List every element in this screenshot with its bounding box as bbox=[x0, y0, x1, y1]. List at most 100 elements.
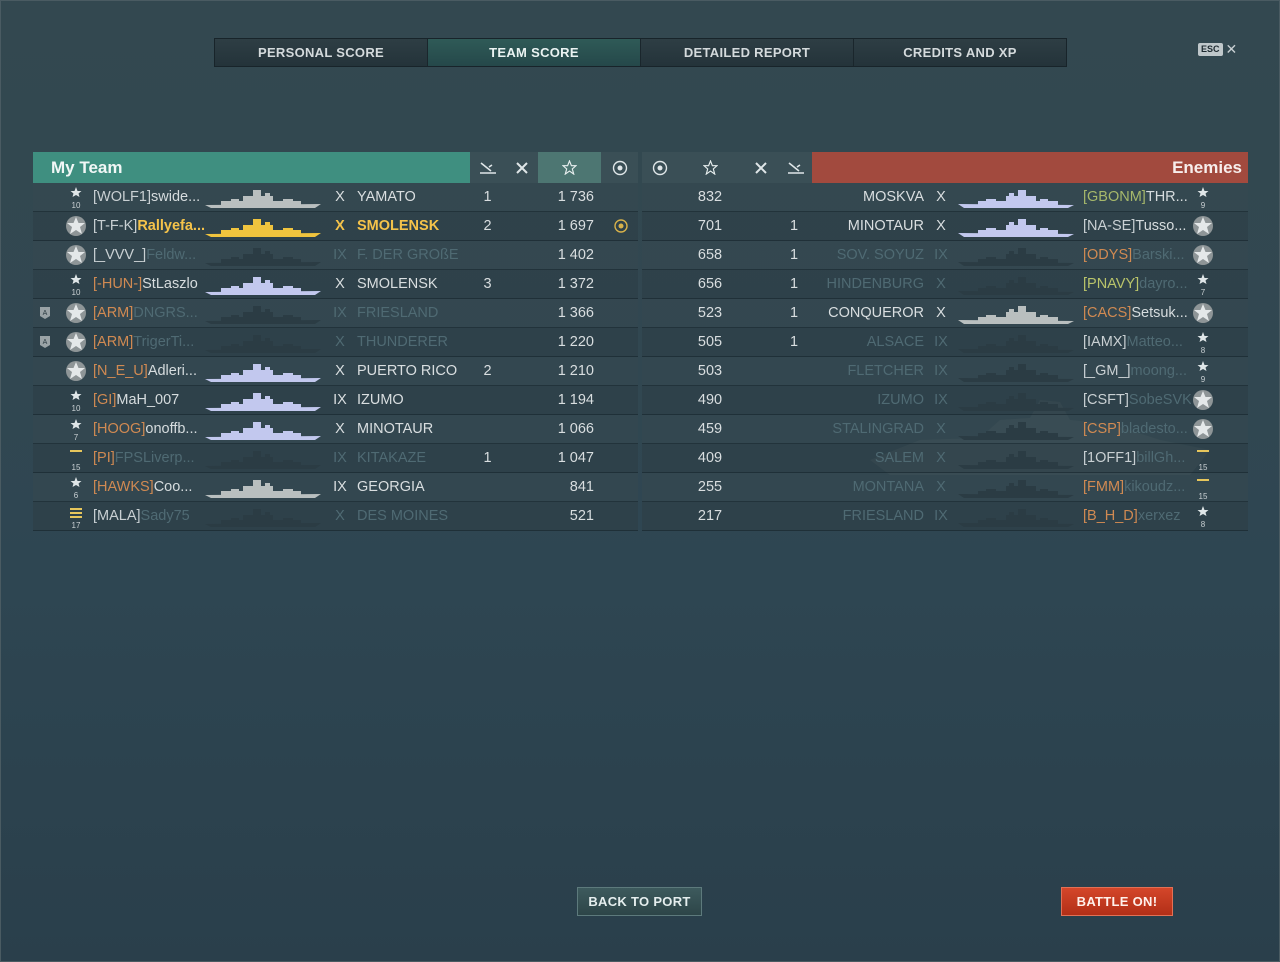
player-name[interactable]: [CSFT]SobeSVK bbox=[1083, 392, 1191, 408]
ship-tier: X bbox=[335, 363, 345, 379]
player-nickname: moong... bbox=[1130, 363, 1187, 379]
player-name[interactable]: [T-F-K]Rallyefa... bbox=[93, 218, 205, 234]
ship-tier: X bbox=[335, 421, 345, 437]
ship-silhouette-icon bbox=[203, 270, 325, 299]
base-capture-icon[interactable] bbox=[642, 152, 678, 183]
base-capture-icon[interactable] bbox=[601, 152, 638, 183]
enemy-row[interactable]: 701 1 MINOTAUR X [NA-SE]Tusso... bbox=[642, 212, 1248, 241]
my-team-row[interactable]: 17 [MALA]Sady75 X DES MOINES 521 bbox=[33, 502, 638, 531]
player-name[interactable]: [GI]MaH_007 bbox=[93, 392, 205, 408]
tab-team-score[interactable]: TEAM SCORE bbox=[428, 39, 641, 66]
player-name[interactable]: [HAWKS]Coo... bbox=[93, 479, 205, 495]
player-name[interactable]: [CACS]Setsuk... bbox=[1083, 305, 1191, 321]
tab-personal-score[interactable]: PERSONAL SCORE bbox=[215, 39, 428, 66]
xp-star-icon[interactable] bbox=[678, 152, 742, 183]
player-name[interactable]: [B_H_D]xerxez bbox=[1083, 508, 1191, 524]
my-team-row[interactable]: A [ARM]TrigerTi... X THUNDERER 1 220 bbox=[33, 328, 638, 357]
clan-tag: [-HUN-] bbox=[93, 276, 143, 292]
my-team-row[interactable]: [N_E_U]Adleri... X PUERTO RICO 2 1 210 bbox=[33, 357, 638, 386]
tab-detailed-report[interactable]: DETAILED REPORT bbox=[641, 39, 854, 66]
player-name[interactable]: [1OFF1]billGh... bbox=[1083, 450, 1191, 466]
player-name[interactable]: [ARM]TrigerTi... bbox=[93, 334, 205, 350]
rank-icon: 7 bbox=[63, 415, 89, 444]
player-name[interactable]: [N_E_U]Adleri... bbox=[93, 363, 205, 379]
planes-destroyed: 1 bbox=[483, 450, 492, 466]
ship-silhouette-icon bbox=[956, 502, 1078, 531]
my-team-row[interactable]: 6 [HAWKS]Coo... IX GEORGIA 841 bbox=[33, 473, 638, 502]
svg-text:15: 15 bbox=[1199, 492, 1208, 501]
svg-text:9: 9 bbox=[1201, 375, 1206, 384]
planes-destroyed-icon[interactable] bbox=[780, 152, 812, 183]
clan-tag: [PI] bbox=[93, 450, 115, 466]
rank-icon bbox=[1190, 299, 1216, 328]
enemy-row[interactable]: 503 FLETCHER IX [_GM_]moong... 9 bbox=[642, 357, 1248, 386]
player-name[interactable]: [-HUN-]StLaszlo bbox=[93, 276, 205, 292]
ship-silhouette-icon bbox=[956, 212, 1078, 241]
ship-silhouette-icon bbox=[956, 444, 1078, 473]
player-name[interactable]: [PI]FPSLiverp... bbox=[93, 450, 205, 466]
my-team-row[interactable]: 7 [HOOG]onoffb... X MINOTAUR 1 066 bbox=[33, 415, 638, 444]
my-team-row[interactable]: 10 [GI]MaH_007 IX IZUMO 1 194 bbox=[33, 386, 638, 415]
clan-tag: [WOLF1] bbox=[93, 189, 152, 205]
enemy-row[interactable]: 459 STALINGRAD X [CSP]bladesto... bbox=[642, 415, 1248, 444]
enemy-row[interactable]: 658 1 SOV. SOYUZ IX [ODYS]Barski... bbox=[642, 241, 1248, 270]
player-nickname: MaH_007 bbox=[116, 392, 180, 408]
ship-silhouette-icon bbox=[203, 183, 325, 212]
ship-silhouette-icon bbox=[203, 415, 325, 444]
player-name[interactable]: [ODYS]Barski... bbox=[1083, 247, 1191, 263]
xp-value: 658 bbox=[697, 247, 723, 263]
xp-value: 1 194 bbox=[557, 392, 594, 408]
tab-credits-and-xp[interactable]: CREDITS AND XP bbox=[854, 39, 1066, 66]
player-name[interactable]: [HOOG]onoffb... bbox=[93, 421, 205, 437]
player-name[interactable]: [_GM_]moong... bbox=[1083, 363, 1191, 379]
enemy-row[interactable]: 832 MOSKVA X [GBONM]THR... 9 bbox=[642, 183, 1248, 212]
close-button[interactable]: ESC ✕ bbox=[1198, 42, 1237, 56]
ship-tier: IX bbox=[333, 305, 347, 321]
player-name[interactable]: [ARM]DNGRS... bbox=[93, 305, 205, 321]
ships-destroyed-icon[interactable] bbox=[505, 152, 538, 183]
svg-text:17: 17 bbox=[72, 521, 81, 530]
ships-destroyed-icon[interactable] bbox=[742, 152, 780, 183]
player-name[interactable]: [FMM]kikoudz... bbox=[1083, 479, 1191, 495]
ship-name: SMOLENSK bbox=[357, 218, 440, 234]
svg-text:10: 10 bbox=[72, 404, 81, 413]
enemy-row[interactable]: 255 MONTANA X [FMM]kikoudz... 15 bbox=[642, 473, 1248, 502]
player-name[interactable]: [_VVV_]Feldw... bbox=[93, 247, 205, 263]
ship-tier: X bbox=[335, 189, 345, 205]
ship-silhouette-icon bbox=[956, 473, 1078, 502]
xp-value: 701 bbox=[697, 218, 723, 234]
player-name[interactable]: [WOLF1]swide... bbox=[93, 189, 205, 205]
enemy-row[interactable]: 505 1 ALSACE IX [IAMX]Matteo... 8 bbox=[642, 328, 1248, 357]
rank-icon bbox=[63, 241, 89, 270]
enemy-row[interactable]: 217 FRIESLAND IX [B_H_D]xerxez 8 bbox=[642, 502, 1248, 531]
xp-value: 217 bbox=[697, 508, 723, 524]
planes-destroyed: 3 bbox=[483, 276, 492, 292]
enemy-row[interactable]: 656 1 HINDENBURG X [PNAVY]dayro... 7 bbox=[642, 270, 1248, 299]
enemy-row[interactable]: 490 IZUMO IX [CSFT]SobeSVK bbox=[642, 386, 1248, 415]
enemies-header: Enemies bbox=[642, 152, 1248, 183]
player-name[interactable]: [IAMX]Matteo... bbox=[1083, 334, 1191, 350]
player-nickname: StLaszlo bbox=[142, 276, 198, 292]
player-nickname: Matteo... bbox=[1126, 334, 1183, 350]
planes-destroyed-icon[interactable] bbox=[470, 152, 505, 183]
my-team-row[interactable]: 15 [PI]FPSLiverp... IX KITAKAZE 1 1 047 bbox=[33, 444, 638, 473]
player-name[interactable]: [NA-SE]Tusso... bbox=[1083, 218, 1191, 234]
clan-tag: [IAMX] bbox=[1083, 334, 1127, 350]
my-team-row[interactable]: 10 [-HUN-]StLaszlo X SMOLENSK 3 1 372 bbox=[33, 270, 638, 299]
xp-star-icon[interactable] bbox=[538, 152, 601, 183]
back-to-port-button[interactable]: BACK TO PORT bbox=[577, 887, 702, 916]
my-team-row[interactable]: 10 [WOLF1]swide... X YAMATO 1 1 736 bbox=[33, 183, 638, 212]
my-team-row[interactable]: A [ARM]DNGRS... IX FRIESLAND 1 366 bbox=[33, 299, 638, 328]
my-team-row[interactable]: [T-F-K]Rallyefa... X SMOLENSK 2 1 697 bbox=[33, 212, 638, 241]
player-name[interactable]: [PNAVY]dayro... bbox=[1083, 276, 1191, 292]
my-team-row[interactable]: [_VVV_]Feldw... IX F. DER GROßE 1 402 bbox=[33, 241, 638, 270]
svg-text:10: 10 bbox=[72, 201, 81, 210]
player-name[interactable]: [CSP]bladesto... bbox=[1083, 421, 1191, 437]
clan-tag: [N_E_U] bbox=[93, 363, 148, 379]
battle-on-button[interactable]: BATTLE ON! bbox=[1061, 887, 1173, 916]
enemy-row[interactable]: 523 1 CONQUEROR X [CACS]Setsuk... bbox=[642, 299, 1248, 328]
clan-tag: [MALA] bbox=[93, 508, 141, 524]
player-name[interactable]: [GBONM]THR... bbox=[1083, 189, 1191, 205]
player-name[interactable]: [MALA]Sady75 bbox=[93, 508, 205, 524]
enemy-row[interactable]: 409 SALEM X [1OFF1]billGh... 15 bbox=[642, 444, 1248, 473]
